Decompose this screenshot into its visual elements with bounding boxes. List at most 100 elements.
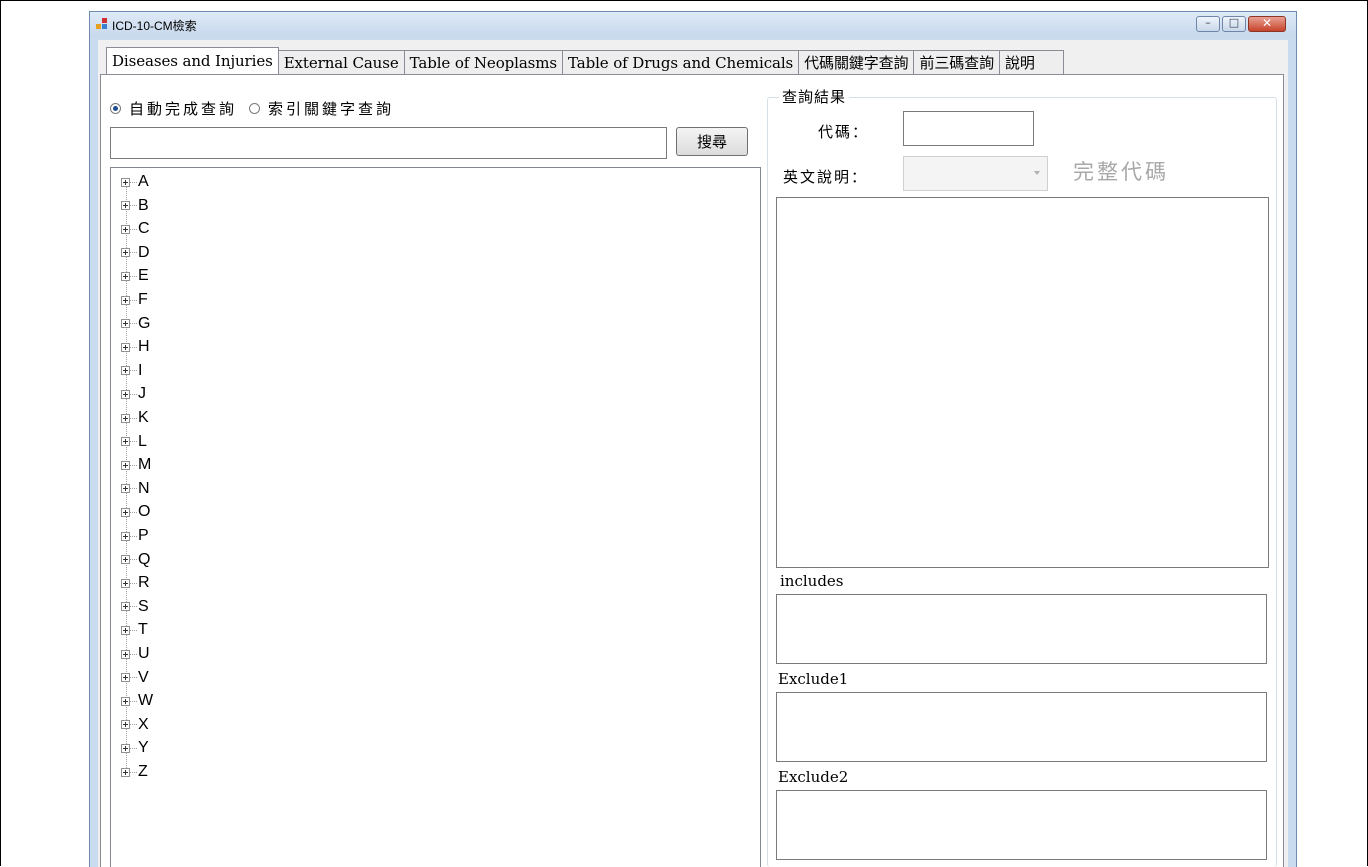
tree-node-label: V [138,668,149,686]
expand-plus-icon[interactable] [121,295,130,305]
tree-connector [130,559,137,561]
code-field[interactable] [903,111,1034,146]
tree-node[interactable]: D [121,243,150,263]
tree-connector [130,771,137,773]
close-button[interactable]: ✕ [1248,16,1286,32]
tree-node-label: G [138,314,151,332]
tree-node[interactable]: H [121,337,150,357]
expand-plus-icon[interactable] [121,177,130,187]
tree-node[interactable]: I [121,361,142,381]
expand-plus-icon[interactable] [121,437,130,447]
tree-node[interactable]: Q [121,550,150,570]
exclude1-label: Exclude1 [778,670,849,688]
includes-textbox[interactable] [776,594,1267,664]
tree-node-label: O [138,503,151,521]
expand-plus-icon[interactable] [121,224,130,234]
expand-plus-icon[interactable] [121,271,130,281]
tree-node[interactable]: V [121,668,149,688]
tree-node[interactable]: O [121,502,150,522]
tree-node-label: C [138,220,150,238]
tree-node[interactable]: G [121,314,150,334]
expand-plus-icon[interactable] [121,201,130,211]
tree-node[interactable]: C [121,219,150,239]
tree-node[interactable]: A [121,172,149,192]
expand-plus-icon[interactable] [121,531,130,541]
expand-plus-icon[interactable] [121,720,130,730]
tree-node-label: M [138,456,152,474]
expand-plus-icon[interactable] [121,578,130,588]
expand-plus-icon[interactable] [121,389,130,399]
radio-autocomplete[interactable]: 自動完成查詢 [110,98,237,119]
tree-node[interactable]: F [121,290,148,310]
includes-label: includes [780,572,844,590]
tab-help[interactable]: 說明 [998,50,1064,74]
tree-node[interactable]: W [121,691,153,711]
expand-plus-icon[interactable] [121,248,130,258]
tree-connector [130,606,137,608]
tree-node[interactable]: X [121,715,149,735]
tree-connector [130,299,137,301]
full-code-label: 完整代碼 [1073,160,1169,184]
tree-node[interactable]: R [121,573,150,593]
tree-node-label: B [138,196,149,214]
tree-node[interactable]: S [121,597,149,617]
expand-plus-icon[interactable] [121,484,130,494]
expand-plus-icon[interactable] [121,743,130,753]
maximize-icon: □ [1228,16,1240,29]
english-description-dropdown[interactable] [903,156,1048,191]
minimize-button[interactable]: – [1196,16,1220,32]
tree-node[interactable]: N [121,479,150,499]
expand-plus-icon[interactable] [121,342,130,352]
tree-node-label: H [138,338,150,356]
tab-diseases-and-injuries[interactable]: Diseases and Injuries [106,47,279,74]
tree-node-label: F [138,291,148,308]
tree-node[interactable]: J [121,384,146,404]
tree-node[interactable]: K [121,408,149,428]
tree-connector [130,488,137,490]
minimize-icon: – [1205,16,1211,29]
expand-plus-icon[interactable] [121,507,130,517]
maximize-button[interactable]: □ [1222,16,1246,32]
exclude1-textbox[interactable] [776,692,1267,762]
expand-plus-icon[interactable] [121,625,130,635]
tree-node[interactable]: L [121,432,147,452]
expand-plus-icon[interactable] [121,413,130,423]
tree-connector [130,653,137,655]
tree-node[interactable]: Z [121,762,148,782]
radio-index-keyword[interactable]: 索引關鍵字查詢 [249,98,394,119]
tree-node-label: R [138,574,150,592]
expand-plus-icon[interactable] [121,366,130,376]
search-mode-group: 自動完成查詢 索引關鍵字查詢 [110,98,406,119]
tree-node-label: L [138,432,147,450]
expand-plus-icon[interactable] [121,319,130,329]
expand-plus-icon[interactable] [121,602,130,612]
expand-plus-icon[interactable] [121,555,130,565]
expand-plus-icon[interactable] [121,460,130,470]
tree-node-label: J [138,385,146,403]
tree-node[interactable]: T [121,620,148,640]
tab-external-cause[interactable]: External Cause [277,50,405,74]
tree-node[interactable]: Y [121,738,149,758]
search-input[interactable] [110,127,667,159]
chapter-tree[interactable]: ABCDEFGHIJKLMNOPQRSTUVWXYZ [110,167,761,867]
tree-node[interactable]: M [121,455,151,475]
tab-table-of-drugs-and-chemicals[interactable]: Table of Drugs and Chemicals [562,50,800,74]
tree-node[interactable]: P [121,526,149,546]
expand-plus-icon[interactable] [121,673,130,683]
tree-node-label: N [138,479,150,497]
expand-plus-icon[interactable] [121,696,130,706]
expand-plus-icon[interactable] [121,767,130,777]
tree-node[interactable]: E [121,266,149,286]
tab-code-keyword-search[interactable]: 代碼關鍵字查詢 [798,50,915,74]
tree-connector [130,441,137,443]
tree-node[interactable]: U [121,644,150,664]
tree-connector [130,346,137,348]
exclude2-textbox[interactable] [776,790,1267,860]
tree-node[interactable]: B [121,196,149,216]
tab-table-of-neoplasms[interactable]: Table of Neoplasms [403,50,563,74]
tab-first-three-code-search[interactable]: 前三碼查詢 [913,50,1000,74]
tab-strip: Diseases and Injuries External Cause Tab… [106,47,1064,74]
expand-plus-icon[interactable] [121,649,130,659]
description-textbox[interactable] [776,197,1269,568]
search-button[interactable]: 搜尋 [676,127,748,156]
